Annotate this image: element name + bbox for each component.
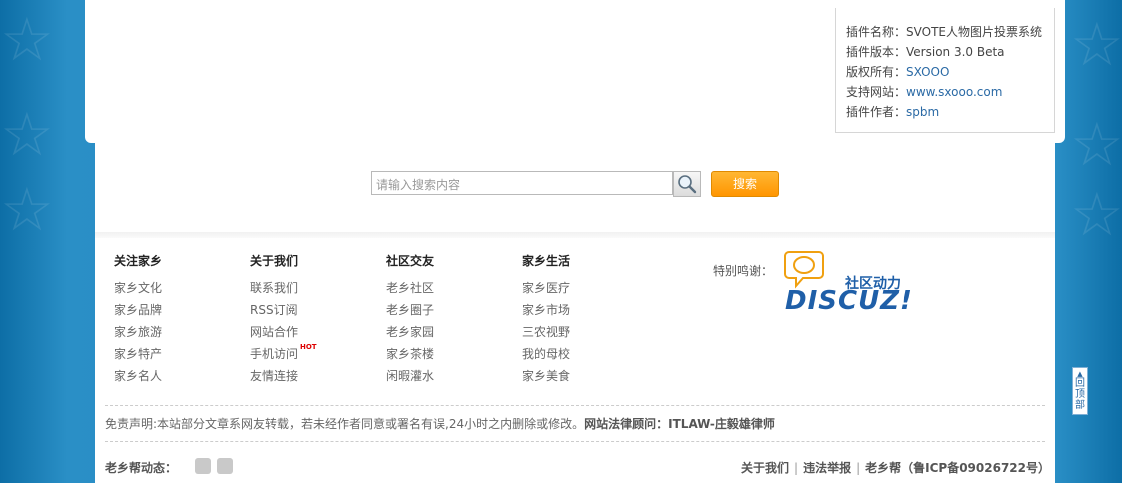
star-decoration: ☆ bbox=[1070, 110, 1122, 180]
footer-link[interactable]: 家乡名人 bbox=[114, 367, 162, 384]
icp-link[interactable]: 老乡帮（鲁ICP备09026722号） bbox=[865, 461, 1050, 475]
plugin-author-row: 插件作者：spbm bbox=[846, 103, 939, 120]
column-title-community: 社区交友 bbox=[386, 254, 435, 268]
footer-link[interactable]: 家乡旅游 bbox=[114, 323, 162, 340]
website-link[interactable]: www.sxooo.com bbox=[906, 85, 1002, 99]
pinterest-icon[interactable] bbox=[217, 458, 233, 474]
dashed-divider bbox=[105, 441, 1045, 442]
disclaimer-text: 免责声明:本站部分文章系网友转载，若未经作者同意或署名有误,24小时之内删除或修… bbox=[105, 417, 585, 431]
plugin-website-row: 支持网站：www.sxooo.com bbox=[846, 83, 1002, 100]
author-link[interactable]: spbm bbox=[906, 105, 939, 119]
dashed-divider bbox=[105, 405, 1045, 406]
footer-link[interactable]: 家乡品牌 bbox=[114, 301, 162, 318]
search-button[interactable]: 搜索 bbox=[711, 171, 779, 197]
footer-link[interactable]: 老乡圈子 bbox=[386, 301, 434, 318]
weibo-icon[interactable] bbox=[195, 458, 211, 474]
plugin-version-label: 插件版本： bbox=[846, 45, 907, 59]
magnifier-icon bbox=[678, 175, 697, 194]
star-decoration: ☆ bbox=[0, 175, 54, 245]
back-to-top-button[interactable]: ▲ 回顶部 bbox=[1072, 367, 1088, 415]
back-to-top-label: 回顶部 bbox=[1075, 378, 1085, 411]
footer-link[interactable]: 家乡医疗 bbox=[522, 279, 570, 296]
column-title-focus-hometown: 关注家乡 bbox=[114, 254, 163, 268]
star-decoration: ☆ bbox=[0, 5, 54, 75]
plugin-website-label: 支持网站： bbox=[846, 85, 907, 99]
footer-link[interactable]: 联系我们 bbox=[250, 279, 298, 296]
report-link[interactable]: 违法举报 bbox=[803, 461, 851, 475]
column-title-hometown-life: 家乡生活 bbox=[522, 254, 571, 268]
search-input[interactable]: 请输入搜索内容 bbox=[371, 171, 673, 195]
plugin-author-label: 插件作者： bbox=[846, 105, 907, 119]
separator: | bbox=[856, 461, 861, 475]
plugin-version-value: Version 3.0 Beta bbox=[906, 45, 1005, 59]
bottom-links: 关于我们 | 违法举报 | 老乡帮（鲁ICP备09026722号） bbox=[741, 459, 1050, 476]
legal-advisor: 网站法律顾问：ITLAW-庄毅雄律师 bbox=[584, 417, 775, 431]
section-divider bbox=[95, 232, 1055, 238]
disclaimer: 免责声明:本站部分文章系网友转载，若未经作者同意或署名有误,24小时之内删除或修… bbox=[105, 415, 775, 432]
footer-link[interactable]: 家乡市场 bbox=[522, 301, 570, 318]
footer-link[interactable]: 手机访问 bbox=[250, 345, 298, 362]
up-arrow-icon: ▲ bbox=[1077, 370, 1083, 378]
footer-link[interactable]: 友情连接 bbox=[250, 367, 298, 384]
footer-link[interactable]: 家乡特产 bbox=[114, 345, 162, 362]
plugin-version-row: 插件版本：Version 3.0 Beta bbox=[846, 43, 1005, 60]
footer-link[interactable]: RSS订阅 bbox=[250, 301, 298, 318]
footer-link[interactable]: 家乡茶楼 bbox=[386, 345, 434, 362]
copyright-link[interactable]: SXOOO bbox=[906, 65, 949, 79]
plugin-copyright-label: 版权所有： bbox=[846, 65, 907, 79]
footer-link[interactable]: 家乡文化 bbox=[114, 279, 162, 296]
discuz-en-text: DISCUZ! bbox=[785, 286, 913, 316]
separator: | bbox=[794, 461, 799, 475]
star-decoration: ☆ bbox=[1070, 10, 1122, 80]
footer-link[interactable]: 我的母校 bbox=[522, 345, 570, 362]
footer-link[interactable]: 家乡美食 bbox=[522, 367, 570, 384]
plugin-name-value: SVOTE人物图片投票系统 bbox=[906, 25, 1042, 39]
plugin-info-box: 插件名称：SVOTE人物图片投票系统 插件版本：Version 3.0 Beta… bbox=[835, 8, 1055, 133]
thanks-label: 特别鸣谢： bbox=[713, 264, 774, 278]
plugin-name-label: 插件名称： bbox=[846, 25, 907, 39]
discuz-logo[interactable]: 社区动力 DISCUZ! bbox=[783, 248, 923, 320]
plugin-name-row: 插件名称：SVOTE人物图片投票系统 bbox=[846, 23, 1042, 40]
footer-link[interactable]: 三农视野 bbox=[522, 323, 570, 340]
magnifier-search-button[interactable] bbox=[673, 171, 701, 197]
footer-link[interactable]: 网站合作 bbox=[250, 323, 298, 340]
hot-badge: HOT bbox=[300, 343, 317, 351]
about-us-link[interactable]: 关于我们 bbox=[741, 461, 789, 475]
star-decoration: ☆ bbox=[1070, 180, 1122, 250]
footer-link[interactable]: 老乡家园 bbox=[386, 323, 434, 340]
footer-link[interactable]: 闲暇灌水 bbox=[386, 367, 434, 384]
footer-link[interactable]: 老乡社区 bbox=[386, 279, 434, 296]
plugin-copyright-row: 版权所有：SXOOO bbox=[846, 63, 949, 80]
column-title-about-us: 关于我们 bbox=[250, 254, 299, 268]
dynamics-label: 老乡帮动态： bbox=[105, 461, 178, 475]
star-decoration: ☆ bbox=[0, 100, 54, 170]
